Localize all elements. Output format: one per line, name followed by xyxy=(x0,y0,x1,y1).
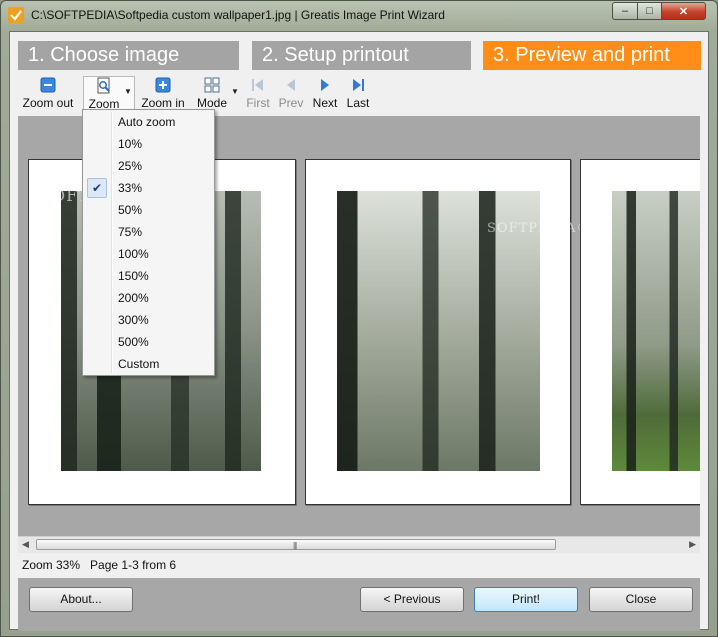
zoom-in-button[interactable]: Zoom in xyxy=(138,76,188,112)
menu-item-100[interactable]: 100% xyxy=(85,244,212,264)
menu-item-auto-zoom[interactable]: Auto zoom xyxy=(85,112,212,132)
scroll-right-arrow-icon[interactable]: ▶ xyxy=(689,539,696,550)
forest-photo-2: SOFTPEDIA® xyxy=(337,191,589,471)
menu-item-33[interactable]: ✔ 33% xyxy=(85,178,212,198)
zoom-out-label: Zoom out xyxy=(22,96,74,110)
zoom-in-icon xyxy=(154,76,172,94)
about-button[interactable]: About... xyxy=(29,587,133,612)
last-page-button[interactable]: Last xyxy=(344,76,372,112)
step-choose-image[interactable]: 1. Choose image xyxy=(18,41,239,70)
zoom-out-button[interactable]: Zoom out xyxy=(18,76,78,112)
menu-item-50[interactable]: 50% xyxy=(85,200,212,220)
wizard-button-bar: About... < Previous Print! Close xyxy=(18,578,700,631)
preview-page-2[interactable]: SOFTPEDIA® xyxy=(305,159,589,505)
menu-item-300[interactable]: 300% xyxy=(85,310,212,330)
next-page-button[interactable]: Next xyxy=(311,76,339,112)
menu-item-500[interactable]: 500% xyxy=(85,332,212,352)
zoom-in-label: Zoom in xyxy=(141,96,185,110)
status-bar: Zoom 33% Page 1-3 from 6 xyxy=(22,558,176,572)
title-bar[interactable]: C:\SOFTPEDIA\Softpedia custom wallpaper1… xyxy=(1,1,717,31)
last-page-label: Last xyxy=(346,96,370,110)
status-pages: Page 1-3 from 6 xyxy=(90,558,177,572)
minimize-icon: – xyxy=(621,5,629,17)
app-window: C:\SOFTPEDIA\Softpedia custom wallpaper1… xyxy=(0,0,718,637)
prev-page-button[interactable]: Prev xyxy=(277,76,305,112)
zoom-dropdown-menu: Auto zoom 10% 25% ✔ 33% 50% 75% 100% 150%… xyxy=(82,109,215,376)
last-page-icon xyxy=(349,76,367,94)
photo-watermark: SOFTPEDIA® xyxy=(487,221,589,236)
step-preview-and-print[interactable]: 3. Preview and print xyxy=(483,41,701,70)
zoom-dropdown-arrow-icon[interactable]: ▼ xyxy=(124,87,132,96)
maximize-button[interactable]: □ xyxy=(637,2,662,20)
close-button[interactable]: Close xyxy=(589,587,693,612)
menu-item-25[interactable]: 25% xyxy=(85,156,212,176)
prev-page-icon xyxy=(282,76,300,94)
menu-item-150[interactable]: 150% xyxy=(85,266,212,286)
step-setup-printout[interactable]: 2. Setup printout xyxy=(252,41,471,70)
scroll-left-arrow-icon[interactable]: ◀ xyxy=(22,539,29,550)
mode-button[interactable]: Mode xyxy=(194,76,230,112)
mode-label: Mode xyxy=(196,96,228,110)
print-button[interactable]: Print! xyxy=(474,587,578,612)
first-page-icon xyxy=(249,76,267,94)
status-zoom: Zoom 33% xyxy=(22,558,81,572)
prev-page-label: Prev xyxy=(278,96,304,110)
scrollbar-thumb[interactable]: ||| xyxy=(36,539,556,550)
forest-photo-3 xyxy=(612,191,700,471)
menu-item-10[interactable]: 10% xyxy=(85,134,212,154)
first-page-label: First xyxy=(246,96,270,110)
preview-page-3[interactable] xyxy=(580,159,700,505)
menu-item-200[interactable]: 200% xyxy=(85,288,212,308)
close-window-button[interactable]: ✕ xyxy=(661,2,706,20)
zoom-icon xyxy=(95,77,113,95)
mode-grid-icon xyxy=(203,76,221,94)
window-title: C:\SOFTPEDIA\Softpedia custom wallpaper1… xyxy=(31,8,445,22)
next-page-icon xyxy=(316,76,334,94)
menu-item-75[interactable]: 75% xyxy=(85,222,212,242)
minimize-button[interactable]: – xyxy=(612,2,638,20)
app-icon xyxy=(8,7,24,23)
menu-item-custom[interactable]: Custom xyxy=(85,354,212,374)
zoom-out-icon xyxy=(39,76,57,94)
grip-icon: ||| xyxy=(293,541,297,550)
close-icon: ✕ xyxy=(678,5,689,18)
horizontal-scrollbar[interactable]: ◀ ||| ▶ xyxy=(18,536,700,553)
maximize-icon: □ xyxy=(646,5,653,17)
next-page-label: Next xyxy=(312,96,338,110)
checkmark-icon: ✔ xyxy=(87,178,107,198)
mode-dropdown-arrow-icon[interactable]: ▼ xyxy=(231,87,239,96)
first-page-button[interactable]: First xyxy=(244,76,272,112)
previous-button[interactable]: < Previous xyxy=(360,587,464,612)
